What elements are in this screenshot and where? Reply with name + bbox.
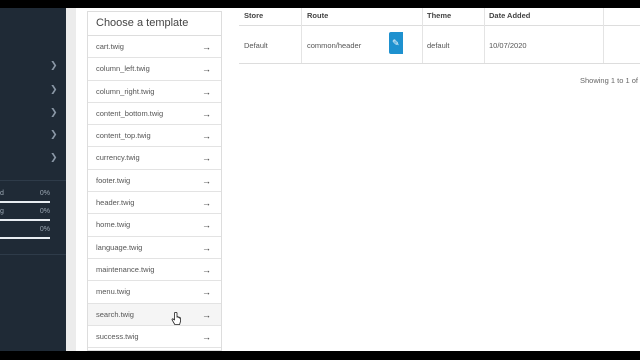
- sidebar-progress: 0%: [0, 226, 66, 244]
- template-item[interactable]: content_top.twig →: [88, 125, 221, 148]
- column-header-store[interactable]: Store: [244, 11, 263, 20]
- arrow-right-icon: →: [202, 242, 211, 253]
- arrow-right-icon: →: [202, 309, 211, 320]
- progress-bar: [0, 237, 50, 239]
- column-header-theme[interactable]: Theme: [427, 11, 451, 20]
- cell-theme: default: [427, 41, 450, 50]
- admin-sidebar: ❯ ❯ ❯ ❯ ❯ d 0% g 0% 0%: [0, 8, 66, 351]
- mouse-pointer-icon: [171, 312, 181, 325]
- template-item[interactable]: search.twig →: [88, 303, 221, 326]
- progress-percent: 0%: [39, 226, 50, 233]
- template-item[interactable]: currency.twig →: [88, 147, 221, 170]
- template-item[interactable]: column_left.twig →: [88, 58, 221, 81]
- sidebar-divider: [0, 254, 66, 255]
- template-item[interactable]: maintenance.twig →: [88, 259, 221, 282]
- template-item-label: home.twig: [96, 220, 131, 230]
- pencil-icon: ✎: [392, 38, 400, 48]
- template-list-heading: Choose a template: [88, 12, 221, 36]
- arrow-right-icon: →: [202, 131, 211, 142]
- arrow-right-icon: →: [202, 220, 211, 231]
- chevron-right-icon[interactable]: ❯: [50, 152, 58, 162]
- arrow-right-icon: →: [202, 175, 211, 186]
- sidebar-progress: g 0%: [0, 208, 66, 226]
- cell-route: common/header: [307, 41, 362, 50]
- template-item[interactable]: column_right.twig →: [88, 81, 221, 103]
- progress-percent: 0%: [39, 208, 50, 215]
- cell-date-added: 10/07/2020: [489, 41, 527, 50]
- template-item[interactable]: home.twig →: [88, 214, 221, 237]
- template-list-panel: Choose a template cart.twig → column_left.…: [87, 11, 222, 351]
- template-item-label: menu.twig: [96, 287, 131, 297]
- cell-store: Default: [244, 41, 268, 50]
- template-item-label: content_bottom.twig: [96, 108, 164, 118]
- progress-bar: [0, 219, 50, 221]
- template-item[interactable]: language.twig →: [88, 237, 221, 259]
- template-item-label: search.twig: [96, 309, 134, 319]
- pagination-summary: Showing 1 to 1 of: [580, 76, 638, 85]
- chevron-right-icon[interactable]: ❯: [50, 84, 58, 94]
- template-item[interactable]: content_bottom.twig →: [88, 103, 221, 126]
- template-item[interactable]: menu.twig →: [88, 281, 221, 304]
- chevron-right-icon[interactable]: ❯: [50, 60, 58, 70]
- table-row: Default common/header default 10/07/2020: [239, 26, 640, 64]
- arrow-right-icon: →: [202, 264, 211, 275]
- arrow-right-icon: →: [202, 198, 211, 209]
- template-list: cart.twig → column_left.twig → column_right.…: [88, 36, 221, 349]
- template-item-label: column_right.twig: [96, 86, 155, 96]
- progress-bar: [0, 201, 50, 203]
- sidebar-divider: [0, 180, 66, 181]
- arrow-right-icon: →: [202, 42, 211, 52]
- template-item-label: column_left.twig: [96, 64, 150, 74]
- arrow-right-icon: →: [202, 331, 211, 342]
- arrow-right-icon: →: [202, 287, 211, 298]
- app-frame: ❯ ❯ ❯ ❯ ❯ d 0% g 0% 0% Choose a template…: [0, 8, 640, 351]
- progress-label: d: [0, 190, 4, 197]
- arrow-right-icon: →: [202, 86, 211, 97]
- template-item[interactable]: success.twig →: [88, 326, 221, 349]
- arrow-right-icon: →: [202, 153, 211, 164]
- template-item-label: header.twig: [96, 198, 135, 208]
- content-gutter: [66, 8, 76, 351]
- edit-button[interactable]: ✎: [389, 32, 403, 54]
- template-item-label: maintenance.twig: [96, 264, 155, 274]
- progress-label: g: [0, 208, 4, 215]
- table-header: Store Route Theme Date Added: [239, 8, 640, 26]
- arrow-right-icon: →: [202, 64, 211, 75]
- template-item-label: cart.twig: [96, 42, 124, 51]
- sidebar-progress: d 0%: [0, 190, 66, 208]
- arrow-right-icon: →: [202, 108, 211, 119]
- column-header-route[interactable]: Route: [307, 11, 328, 20]
- template-item[interactable]: header.twig →: [88, 192, 221, 215]
- chevron-right-icon[interactable]: ❯: [50, 107, 58, 117]
- template-item[interactable]: cart.twig →: [88, 36, 221, 59]
- template-item-label: footer.twig: [96, 175, 131, 185]
- template-item-label: language.twig: [96, 242, 143, 252]
- template-item-label: success.twig: [96, 331, 139, 341]
- template-item-label: currency.twig: [96, 153, 140, 163]
- progress-percent: 0%: [39, 190, 50, 197]
- chevron-right-icon[interactable]: ❯: [50, 129, 58, 139]
- template-item[interactable]: footer.twig →: [88, 170, 221, 193]
- column-header-date-added[interactable]: Date Added: [489, 11, 530, 20]
- template-item-label: content_top.twig: [96, 131, 151, 141]
